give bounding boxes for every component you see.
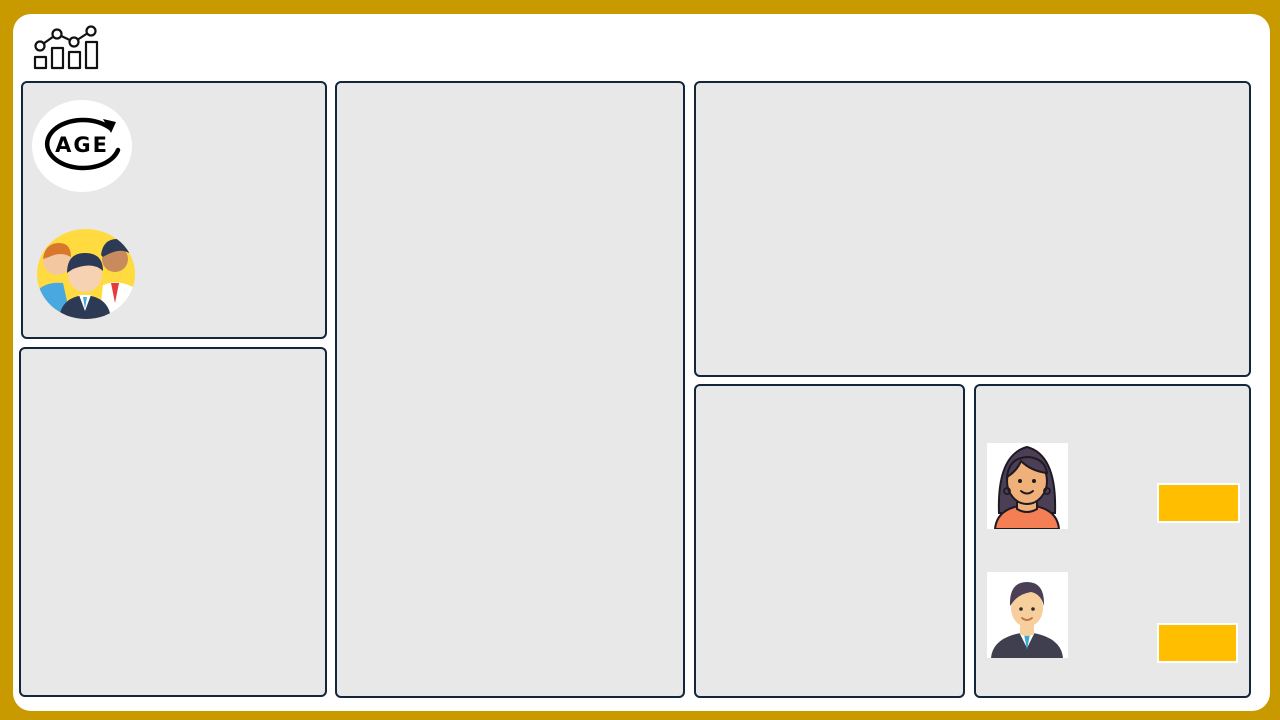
top-right-card	[694, 81, 1251, 377]
age-icon: AGE	[32, 100, 132, 192]
gender-card	[974, 384, 1251, 698]
center-card	[335, 81, 685, 698]
female-value-slot	[1157, 483, 1240, 523]
age-card: AGE	[21, 81, 327, 339]
male-value-slot	[1157, 623, 1238, 663]
age-label: AGE	[55, 133, 109, 157]
bottom-middle-right-card	[694, 384, 965, 698]
left-bottom-card	[19, 347, 327, 697]
people-group-icon	[37, 229, 135, 319]
female-avatar-icon	[987, 443, 1068, 529]
male-avatar-icon	[987, 572, 1068, 658]
dashboard-frame: AGE	[13, 14, 1270, 711]
chart-analytics-icon	[33, 25, 99, 70]
